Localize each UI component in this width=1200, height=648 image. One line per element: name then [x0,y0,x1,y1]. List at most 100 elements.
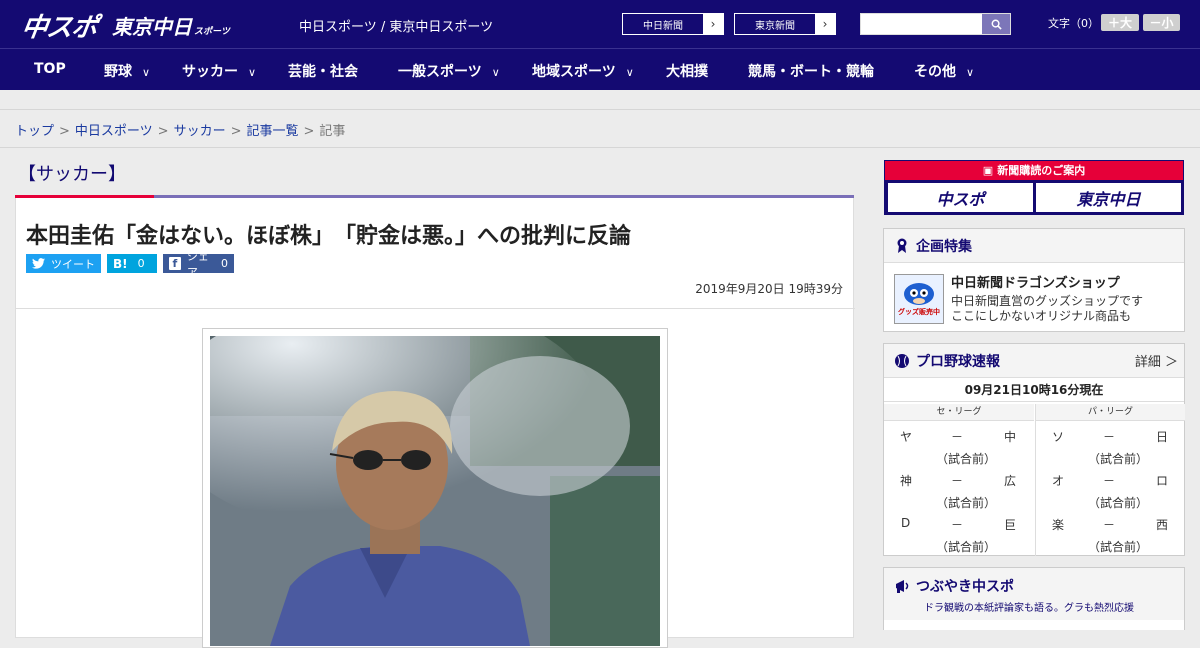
baseball-scores-header: プロ野球速報 詳細 ＞ [884,344,1184,378]
nav-item-label: TOP [34,61,66,77]
baseball-scores-title: プロ野球速報 [916,353,1000,370]
chevron-down-icon: ∨ [248,66,257,79]
dragons-shop-title[interactable]: 中日新聞ドラゴンズショップ [951,272,1120,291]
search-button[interactable] [982,14,1010,34]
special-feature-title: 企画特集 [916,238,972,255]
chuspo-logo[interactable]: 中スポ [19,7,99,44]
tweet-label: ツイート [51,257,95,271]
facebook-share-button[interactable]: f シェア 0 [163,250,234,279]
game-status[interactable]: （試合前） [936,450,996,467]
search-icon [991,19,1002,30]
breadcrumb-top[interactable]: トップ [15,124,54,139]
site-header: 中スポ 東京中日 スポーツ 中日スポーツ / 東京中日スポーツ 中日新聞 › 東京… [0,0,1200,48]
nav-item-entertainment[interactable]: 芸能・社会 [288,61,358,81]
nav-item-top[interactable]: TOP [34,61,66,77]
breadcrumb-soccer[interactable]: サッカー [174,124,226,139]
tweet-button[interactable]: ツイート [26,254,101,273]
breadcrumb-current: 記事 [319,124,346,139]
pacific-league-label: パ・リーグ [1035,404,1185,421]
font-larger-button[interactable]: ＋大 [1101,14,1139,31]
game-status[interactable]: （試合前） [936,494,996,511]
game-away-team: 西 [1156,518,1169,532]
subscribe-chuspo-button[interactable]: 中スポ [888,183,1033,212]
breadcrumb-article-list[interactable]: 記事一覧 [247,124,299,139]
game-status[interactable]: （試合前） [1088,450,1148,467]
nav-item-label: その他 [914,64,956,80]
baseball-icon [894,353,910,369]
chevron-right-icon: › [815,14,835,34]
game-score-dash: － [1103,430,1116,444]
breadcrumb: トップ > 中日スポーツ > サッカー > 記事一覧 > 記事 [0,110,1200,148]
breadcrumb-separator: > [157,124,169,139]
nav-item-label: 一般スポーツ [398,64,482,80]
chevron-down-icon: ∨ [966,66,975,79]
game-score-dash: － [1103,518,1116,532]
tsubuyaki-title-row: つぶやき中スポ [894,576,1174,596]
nav-item-soccer[interactable]: サッカー ∨ [182,61,256,81]
chunichi-shimbun-link[interactable]: 中日新聞 › [622,13,724,35]
game-home-team: ソ [1052,430,1065,444]
nav-item-local-sports[interactable]: 地域スポーツ ∨ [532,61,634,81]
hatena-bookmark-button[interactable]: B! 0 [107,254,157,273]
article-date: 2019年9月20日 19時39分 [695,282,843,296]
article-photo[interactable] [210,336,660,646]
tokyo-chunichi-logo[interactable]: 東京中日 スポーツ [112,11,230,40]
tsubuyaki-panel: つぶやき中スポ ドラ観戦の本紙評論家も語る。グラも熱烈応援 [883,567,1185,630]
font-smaller-button[interactable]: －小 [1143,14,1180,31]
game-away-team: 中 [1004,430,1017,444]
nav-item-other[interactable]: その他 ∨ [914,61,974,81]
subscribe-tokyo-chunichi-button[interactable]: 東京中日 [1036,183,1181,212]
tsubuyaki-header: つぶやき中スポ ドラ観戦の本紙評論家も語る。グラも熱烈応援 [884,568,1184,620]
game-away-team: ロ [1156,474,1169,488]
article-divider [16,308,855,309]
game-away-team: 巨 [1004,518,1017,532]
special-feature-header: 企画特集 [884,229,1184,263]
breadcrumb-chunichi-sports[interactable]: 中日スポーツ [75,124,153,139]
search-input[interactable] [861,14,983,34]
tokyo-chunichi-logo-small: スポーツ [194,27,230,37]
megaphone-icon [896,580,909,593]
hatena-icon: B! [113,256,128,271]
breadcrumb-separator: > [59,124,70,139]
chevron-down-icon: ∨ [491,66,500,79]
chevron-down-icon: ∨ [625,66,634,79]
site-title[interactable]: 中日スポーツ / 東京中日スポーツ [299,16,493,35]
nav-item-label: 野球 [104,64,132,80]
game-status[interactable]: （試合前） [1088,494,1148,511]
game-status[interactable]: （試合前） [936,538,996,555]
facebook-icon: f [169,257,181,270]
facebook-share-label: シェア [186,249,209,279]
game-score-dash: － [1103,474,1116,488]
tokyo-chunichi-logo-text: 東京中日 [112,15,192,39]
newspaper-icon: ▣ [982,164,994,177]
breadcrumb-separator: > [230,124,242,139]
game-away-team: 広 [1004,474,1017,488]
subscription-ad-title: ▣ 新聞購読のご案内 [885,161,1183,180]
game-away-team: 日 [1156,430,1169,444]
nav-item-racing[interactable]: 競馬・ボート・競輪 [748,61,874,81]
nav-item-general-sports[interactable]: 一般スポーツ ∨ [398,61,500,81]
tokyo-shimbun-link[interactable]: 東京新聞 › [734,13,836,35]
article-photo-frame [202,328,668,648]
game-home-team: 楽 [1052,518,1065,532]
nav-item-sumo[interactable]: 大相撲 [666,61,708,81]
font-size-label: 文字（0） [1048,17,1099,30]
nav-item-label: サッカー [182,64,238,80]
subscription-ad: ▣ 新聞購読のご案内 中スポ 東京中日 [884,160,1184,215]
dragons-mascot-icon [904,283,934,305]
dragons-shop-desc-2: ここにしかないオリジナル商品も [951,309,1132,323]
article-headline: 本田圭佑「金はない。ほぼ株」 「貯金は悪。」への批判に反論 [26,224,632,249]
baseball-detail-link[interactable]: 詳細 ＞ [1135,351,1178,370]
game-score-dash: － [951,430,964,444]
ribbon-icon [894,238,910,254]
nav-item-label: 地域スポーツ [532,64,616,80]
article: 本田圭佑「金はない。ほぼ株」 「貯金は悪。」への批判に反論 ツイート B! 0 … [15,198,855,648]
game-home-team: D [901,516,911,530]
nav-item-baseball[interactable]: 野球 ∨ [104,61,150,81]
tsubuyaki-title[interactable]: つぶやき中スポ [916,576,1014,596]
game-status[interactable]: （試合前） [1088,538,1148,555]
tokyo-shimbun-label: 東京新聞 [755,20,795,32]
dragons-shop-thumbnail[interactable]: グッズ販売中 [894,274,944,324]
breadcrumb-separator: > [303,124,315,139]
tsubuyaki-subtitle: ドラ観戦の本紙評論家も語る。グラも熱烈応援 [924,603,1134,614]
